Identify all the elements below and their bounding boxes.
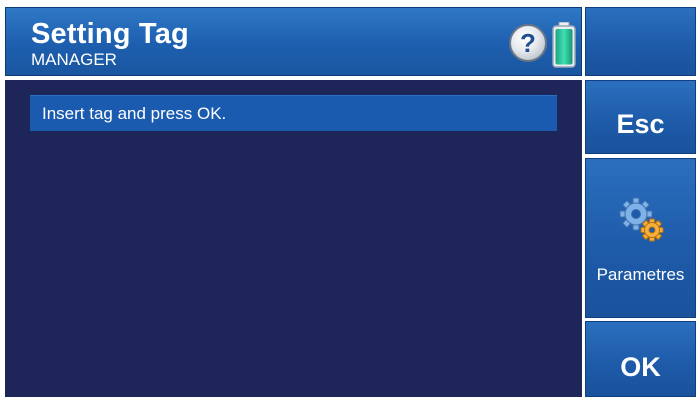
ok-button-label: OK: [620, 352, 661, 382]
header-bar: Setting Tag MANAGER ?: [5, 7, 582, 76]
esc-button[interactable]: Esc: [585, 80, 696, 154]
instruction-message: Insert tag and press OK.: [42, 104, 227, 123]
message-bar: Insert tag and press OK.: [30, 95, 557, 131]
page-subtitle: MANAGER: [31, 50, 117, 69]
parameters-button[interactable]: Parametres: [585, 158, 696, 318]
main-panel: Insert tag and press OK.: [5, 80, 582, 397]
parameters-button-label: Parametres: [596, 265, 685, 284]
sidebar-blank-panel: [585, 7, 696, 76]
question-mark-icon: ?: [520, 28, 536, 58]
battery-icon: [552, 21, 576, 68]
help-button[interactable]: ?: [509, 24, 547, 62]
app-window: Setting Tag MANAGER ? Insert tag and pre…: [0, 0, 696, 397]
ok-button[interactable]: OK: [585, 321, 696, 397]
gears-icon: [619, 197, 665, 243]
esc-button-label: Esc: [616, 109, 665, 139]
page-title: Setting Tag: [31, 18, 189, 50]
